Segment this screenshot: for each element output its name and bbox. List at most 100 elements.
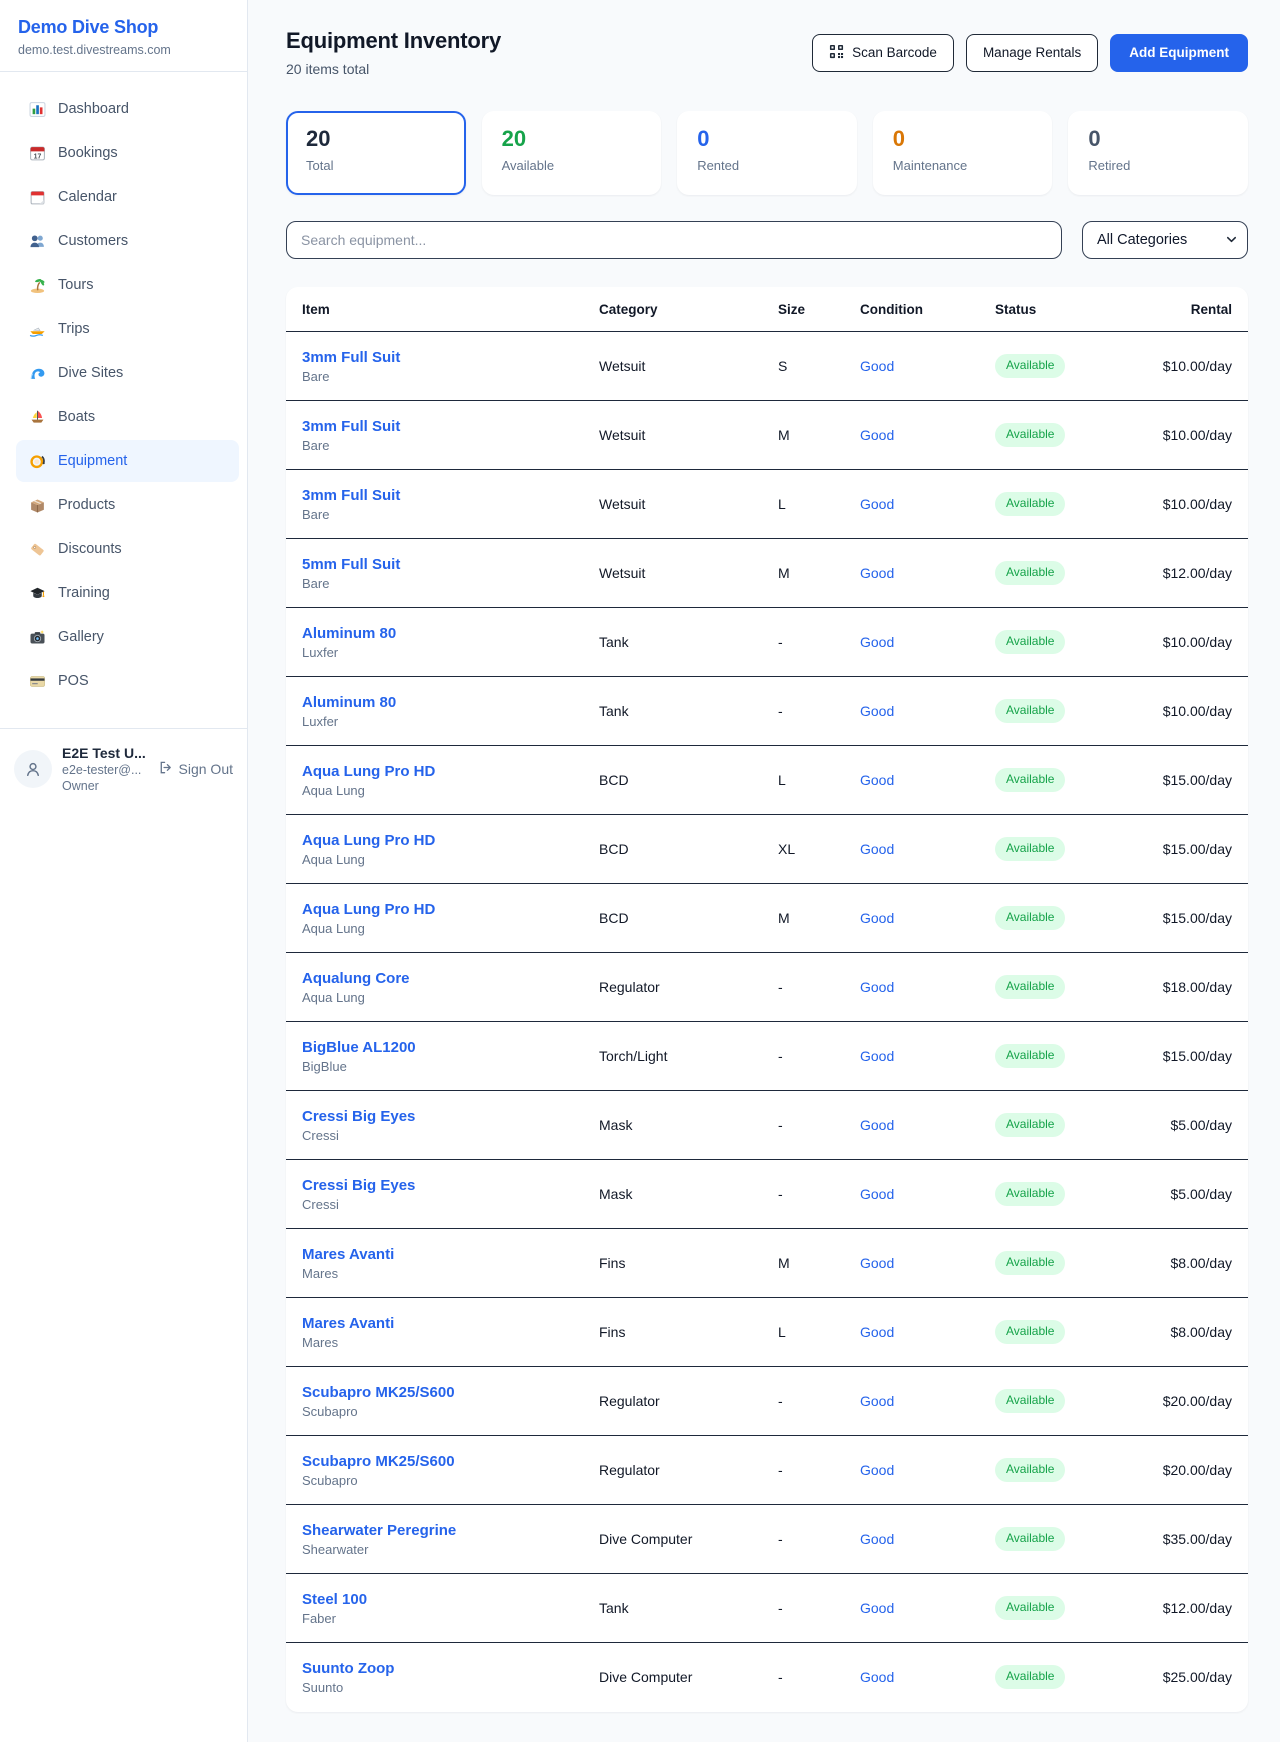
table-row[interactable]: Aqua Lung Pro HDAqua Lung BCD L Good Ava… (286, 746, 1248, 815)
stat-card-available[interactable]: 20 Available (482, 111, 662, 195)
item-rental: $18.00/day (1104, 953, 1248, 1022)
table-row[interactable]: Cressi Big EyesCressi Mask - Good Availa… (286, 1160, 1248, 1229)
item-condition-link[interactable]: Good (860, 565, 894, 581)
item-name-link[interactable]: 3mm Full Suit (302, 349, 400, 366)
item-rental: $10.00/day (1104, 401, 1248, 470)
table-row[interactable]: Aluminum 80Luxfer Tank - Good Available … (286, 677, 1248, 746)
item-condition-link[interactable]: Good (860, 1324, 894, 1340)
item-name-link[interactable]: Scubapro MK25/S600 (302, 1384, 455, 1401)
table-row[interactable]: 3mm Full SuitBare Wetsuit M Good Availab… (286, 401, 1248, 470)
item-name-link[interactable]: Aqua Lung Pro HD (302, 763, 435, 780)
sidebar-item-discounts[interactable]: Discounts (16, 528, 239, 570)
item-name-link[interactable]: Steel 100 (302, 1591, 367, 1608)
item-name-link[interactable]: Shearwater Peregrine (302, 1522, 456, 1539)
item-rental: $10.00/day (1104, 470, 1248, 539)
item-condition-link[interactable]: Good (860, 1393, 894, 1409)
item-condition-link[interactable]: Good (860, 1600, 894, 1616)
table-row[interactable]: BigBlue AL1200BigBlue Torch/Light - Good… (286, 1022, 1248, 1091)
stat-card-maintenance[interactable]: 0 Maintenance (873, 111, 1053, 195)
table-row[interactable]: 5mm Full SuitBare Wetsuit M Good Availab… (286, 539, 1248, 608)
item-condition-link[interactable]: Good (860, 496, 894, 512)
item-name-link[interactable]: Aqualung Core (302, 970, 410, 987)
add-equipment-button[interactable]: Add Equipment (1110, 34, 1248, 72)
user-box: E2E Test U... e2e-tester@... Owner Sign … (0, 728, 247, 809)
table-row[interactable]: Scubapro MK25/S600Scubapro Regulator - G… (286, 1367, 1248, 1436)
table-row[interactable]: Aluminum 80Luxfer Tank - Good Available … (286, 608, 1248, 677)
item-condition-link[interactable]: Good (860, 1531, 894, 1547)
sidebar-item-calendar[interactable]: Calendar (16, 176, 239, 218)
table-row[interactable]: Shearwater PeregrineShearwater Dive Comp… (286, 1505, 1248, 1574)
table-row[interactable]: Aqua Lung Pro HDAqua Lung BCD XL Good Av… (286, 815, 1248, 884)
item-condition-link[interactable]: Good (860, 1117, 894, 1133)
item-condition-link[interactable]: Good (860, 358, 894, 374)
table-row[interactable]: 3mm Full SuitBare Wetsuit L Good Availab… (286, 470, 1248, 539)
item-condition-link[interactable]: Good (860, 910, 894, 926)
dashboard-icon (28, 100, 46, 118)
sidebar-item-boats[interactable]: Boats (16, 396, 239, 438)
item-name-link[interactable]: 3mm Full Suit (302, 418, 400, 435)
item-condition-link[interactable]: Good (860, 1186, 894, 1202)
item-name-link[interactable]: Aluminum 80 (302, 694, 396, 711)
sidebar-item-customers[interactable]: Customers (16, 220, 239, 262)
stat-card-retired[interactable]: 0 Retired (1068, 111, 1248, 195)
sidebar-item-equipment[interactable]: Equipment (16, 440, 239, 482)
item-condition-link[interactable]: Good (860, 634, 894, 650)
item-name-link[interactable]: Mares Avanti (302, 1246, 394, 1263)
item-category: Dive Computer (583, 1505, 762, 1574)
table-row[interactable]: Aqualung CoreAqua Lung Regulator - Good … (286, 953, 1248, 1022)
table-row[interactable]: Scubapro MK25/S600Scubapro Regulator - G… (286, 1436, 1248, 1505)
item-name-link[interactable]: 3mm Full Suit (302, 487, 400, 504)
sidebar-item-label: Trips (58, 321, 90, 337)
item-condition-link[interactable]: Good (860, 427, 894, 443)
item-condition-link[interactable]: Good (860, 772, 894, 788)
sidebar-item-trips[interactable]: Trips (16, 308, 239, 350)
item-size: - (762, 1574, 844, 1643)
item-condition-link[interactable]: Good (860, 1462, 894, 1478)
item-name-link[interactable]: Scubapro MK25/S600 (302, 1453, 455, 1470)
item-name-link[interactable]: Suunto Zoop (302, 1660, 394, 1677)
sidebar-item-dive-sites[interactable]: Dive Sites (16, 352, 239, 394)
manage-rentals-button[interactable]: Manage Rentals (966, 34, 1098, 72)
table-row[interactable]: Cressi Big EyesCressi Mask - Good Availa… (286, 1091, 1248, 1160)
item-name-link[interactable]: Aqua Lung Pro HD (302, 901, 435, 918)
scan-barcode-button[interactable]: Scan Barcode (812, 34, 954, 72)
sidebar-item-training[interactable]: Training (16, 572, 239, 614)
item-name-link[interactable]: Cressi Big Eyes (302, 1177, 415, 1194)
table-row[interactable]: Suunto ZoopSuunto Dive Computer - Good A… (286, 1643, 1248, 1712)
table-row[interactable]: Steel 100Faber Tank - Good Available $12… (286, 1574, 1248, 1643)
item-rental: $8.00/day (1104, 1229, 1248, 1298)
item-condition-link[interactable]: Good (860, 979, 894, 995)
item-condition-link[interactable]: Good (860, 841, 894, 857)
item-name-link[interactable]: BigBlue AL1200 (302, 1039, 416, 1056)
sidebar-item-products[interactable]: Products (16, 484, 239, 526)
sidebar-item-dashboard[interactable]: Dashboard (16, 88, 239, 130)
sidebar-item-gallery[interactable]: Gallery (16, 616, 239, 658)
item-brand-label: Aqua Lung (302, 783, 567, 798)
item-condition-link[interactable]: Good (860, 1048, 894, 1064)
table-row[interactable]: Mares AvantiMares Fins M Good Available … (286, 1229, 1248, 1298)
search-input[interactable] (286, 221, 1062, 259)
item-name-link[interactable]: Aluminum 80 (302, 625, 396, 642)
item-condition-link[interactable]: Good (860, 1669, 894, 1685)
item-name-link[interactable]: Mares Avanti (302, 1315, 394, 1332)
sidebar-item-bookings[interactable]: 17 Bookings (16, 132, 239, 174)
item-name-link[interactable]: Aqua Lung Pro HD (302, 832, 435, 849)
stat-card-total[interactable]: 20 Total (286, 111, 466, 195)
item-name-link[interactable]: Cressi Big Eyes (302, 1108, 415, 1125)
status-badge: Available (995, 561, 1065, 585)
table-row[interactable]: 3mm Full SuitBare Wetsuit S Good Availab… (286, 332, 1248, 401)
table-row[interactable]: Mares AvantiMares Fins L Good Available … (286, 1298, 1248, 1367)
sidebar-item-pos[interactable]: POS (16, 660, 239, 702)
item-rental: $12.00/day (1104, 539, 1248, 608)
table-row[interactable]: Aqua Lung Pro HDAqua Lung BCD M Good Ava… (286, 884, 1248, 953)
category-select[interactable]: All Categories (1082, 221, 1248, 259)
item-name-link[interactable]: 5mm Full Suit (302, 556, 400, 573)
sidebar: Demo Dive Shop demo.test.divestreams.com… (0, 0, 248, 1742)
item-condition-link[interactable]: Good (860, 1255, 894, 1271)
sidebar-item-tours[interactable]: Tours (16, 264, 239, 306)
item-condition-link[interactable]: Good (860, 703, 894, 719)
item-brand-label: Aqua Lung (302, 990, 567, 1005)
stat-card-rented[interactable]: 0 Rented (677, 111, 857, 195)
status-badge: Available (995, 1665, 1065, 1689)
sign-out-button[interactable]: Sign Out (158, 760, 233, 778)
